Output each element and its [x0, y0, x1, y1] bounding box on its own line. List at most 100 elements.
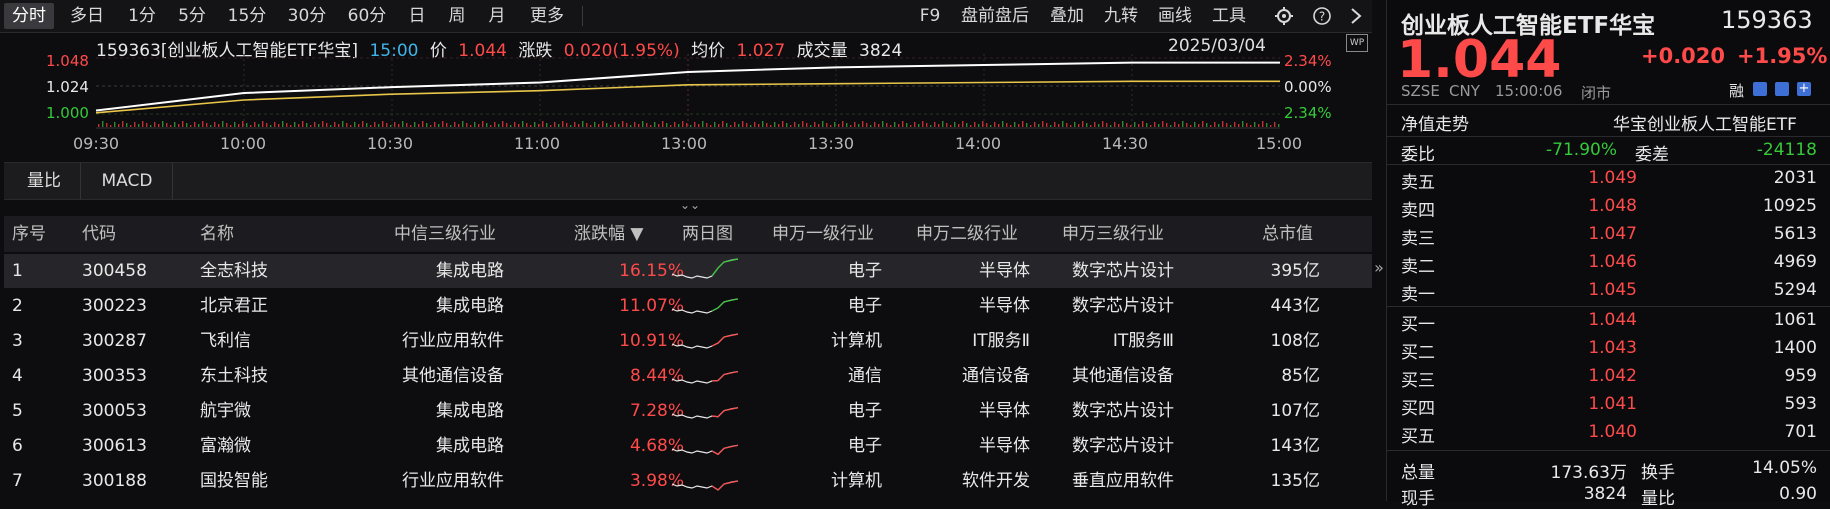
col-citic-industry[interactable]: 中信三级行业 — [394, 216, 496, 252]
volume-bar — [234, 122, 236, 127]
table-row[interactable]: 1 300458 全志科技 集成电路 16.15% 电子 半导体 数字芯片设计 395亿 — [4, 254, 1372, 288]
col-change-pct[interactable]: 涨跌幅 ▼ — [574, 216, 643, 252]
volume-bar — [1150, 125, 1152, 127]
volume-bar — [226, 123, 228, 127]
col-sw-level1[interactable]: 申万一级行业 — [772, 216, 874, 252]
ask-label: 卖三 — [1401, 229, 1435, 249]
row-code: 300353 — [82, 366, 147, 386]
volume-bar — [1234, 122, 1236, 127]
bid-price[interactable]: 1.040 — [1547, 422, 1637, 442]
volume-bar — [222, 121, 224, 127]
quote-panel: 创业板人工智能ETF华宝 159363 1.044 +0.020 +1.95% … — [1386, 0, 1830, 509]
volume-bar — [570, 125, 572, 127]
row-code: 300613 — [82, 436, 147, 456]
bid-price[interactable]: 1.043 — [1547, 338, 1637, 358]
row-market-cap: 143亿 — [1270, 436, 1320, 456]
edit-icon[interactable] — [1753, 82, 1767, 96]
volume-bar — [1246, 123, 1248, 127]
row-mini-chart — [671, 289, 742, 323]
add-icon[interactable]: + — [1797, 82, 1811, 96]
volume-bar — [242, 121, 244, 127]
col-market-cap[interactable]: 总市值 — [1262, 216, 1313, 252]
bid-price[interactable]: 1.044 — [1547, 310, 1637, 330]
volume-bar — [994, 122, 996, 127]
volume-bar — [1054, 122, 1056, 127]
volume-bar — [1154, 122, 1156, 127]
expand-chevron-icon[interactable]: » — [1372, 258, 1386, 277]
volume-bar — [1078, 124, 1080, 127]
volume-bar — [674, 122, 676, 127]
collapse-chevron-icon[interactable]: ⌄⌄ — [680, 198, 700, 212]
volume-bar — [402, 121, 404, 127]
volume-bar — [1038, 124, 1040, 127]
table-row[interactable]: 5 300053 航宇微 集成电路 7.28% 电子 半导体 数字芯片设计 107亿 — [4, 394, 1372, 428]
col-index[interactable]: 序号 — [12, 216, 46, 252]
volume-bar — [198, 124, 200, 127]
volume-bar — [550, 125, 552, 127]
bid-price[interactable]: 1.042 — [1547, 366, 1637, 386]
row-citic-industry: 集成电路 — [436, 296, 504, 316]
volume-bar — [606, 123, 608, 127]
row-sw-level3: IT服务Ⅲ — [1112, 331, 1174, 351]
table-row[interactable]: 2 300223 北京君正 集成电路 11.07% 电子 半导体 数字芯片设计 443亿 — [4, 289, 1372, 323]
row-sw-level2: IT服务Ⅱ — [972, 331, 1030, 351]
col-sw-level2[interactable]: 申万二级行业 — [916, 216, 1018, 252]
volume-bar — [1082, 121, 1084, 127]
row-index: 1 — [12, 261, 23, 281]
table-row[interactable]: 4 300353 东土科技 其他通信设备 8.44% 通信 通信设备 其他通信设备 85亿 — [4, 359, 1372, 393]
table-row[interactable]: 3 300287 飞利信 行业应用软件 10.91% 计算机 IT服务Ⅱ IT服务Ⅲ 108亿 — [4, 324, 1372, 358]
weicha-value: -24118 — [1756, 140, 1817, 160]
volume-bar — [286, 123, 288, 127]
divider — [1387, 104, 1830, 105]
row-citic-industry: 行业应用软件 — [402, 471, 504, 491]
volume-bar — [310, 125, 312, 127]
nav-trend-link[interactable]: 净值走势 — [1401, 110, 1469, 135]
col-name[interactable]: 名称 — [200, 216, 234, 252]
ask-price[interactable]: 1.045 — [1547, 280, 1637, 300]
tab-macd[interactable]: MACD — [82, 163, 173, 199]
volume-bar — [366, 123, 368, 127]
volume-bar — [758, 124, 760, 127]
divider — [1387, 306, 1830, 307]
volume-bar — [934, 122, 936, 127]
volume-bar — [814, 122, 816, 127]
tab-volume-ratio[interactable]: 量比 — [8, 163, 81, 199]
row-sw-level3: 数字芯片设计 — [1072, 436, 1174, 456]
volume-bar — [914, 122, 916, 127]
volume-bar — [754, 122, 756, 127]
table-row[interactable]: 6 300613 富瀚微 集成电路 4.68% 电子 半导体 数字芯片设计 143亿 — [4, 429, 1372, 463]
volume-bar — [418, 124, 420, 127]
ask-price[interactable]: 1.047 — [1547, 224, 1637, 244]
volume-bar — [962, 121, 964, 127]
volume-bar — [802, 121, 804, 127]
row-change-pct: 8.44% — [629, 366, 684, 386]
row-change-pct: 3.98% — [629, 471, 684, 491]
volume-bar — [1218, 124, 1220, 127]
row-index: 3 — [12, 331, 23, 351]
volume-bar — [646, 123, 648, 127]
bid-price[interactable]: 1.041 — [1547, 394, 1637, 414]
row-sw-level1: 通信 — [848, 366, 882, 386]
volume-bar — [866, 123, 868, 127]
ask-price[interactable]: 1.048 — [1547, 196, 1637, 216]
volume-bar — [810, 125, 812, 127]
volume-bar — [398, 124, 400, 127]
alert-icon[interactable] — [1775, 82, 1789, 96]
volume-bar — [114, 122, 116, 127]
volume-bar — [706, 123, 708, 127]
volume-bar — [218, 124, 220, 127]
col-sw-level3[interactable]: 申万三级行业 — [1062, 216, 1164, 252]
volume-bar — [1126, 123, 1128, 127]
table-row[interactable]: 7 300188 国投智能 行业应用软件 3.98% 计算机 软件开发 垂直应用软件 135亿 — [4, 464, 1372, 498]
col-two-day-chart[interactable]: 两日图 — [682, 216, 733, 252]
volume-bar — [694, 122, 696, 127]
volume-bar — [918, 124, 920, 127]
volume-bar — [906, 123, 908, 127]
volume-bar — [394, 122, 396, 127]
ask-price[interactable]: 1.046 — [1547, 252, 1637, 272]
ask-price[interactable]: 1.049 — [1547, 168, 1637, 188]
volume-bar — [122, 121, 124, 127]
volume-bar — [1210, 125, 1212, 127]
col-code[interactable]: 代码 — [82, 216, 116, 252]
volume-bar — [794, 122, 796, 127]
